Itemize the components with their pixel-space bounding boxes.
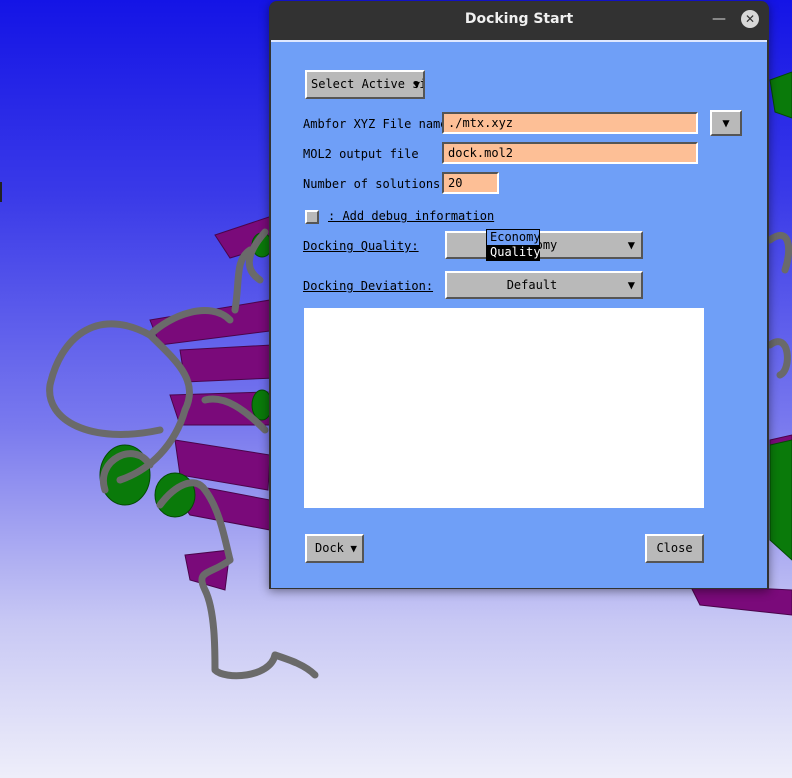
solutions-input[interactable]: 20: [442, 172, 499, 194]
dock-button[interactable]: Dock ▼: [305, 534, 364, 563]
docking-quality-dropdown-menu: Economy Quality: [486, 229, 541, 261]
quality-option-quality[interactable]: Quality: [487, 245, 541, 260]
screen-edge-mark: [0, 182, 2, 202]
close-window-icon[interactable]: ✕: [741, 10, 759, 28]
ambfor-file-browse-button[interactable]: ▼: [710, 110, 742, 136]
close-button[interactable]: Close: [645, 534, 704, 563]
minimize-icon[interactable]: —: [711, 9, 727, 29]
dropdown-arrow-icon: ▼: [627, 238, 635, 252]
mol2-output-label: MOL2 output file :: [303, 147, 455, 161]
docking-deviation-label: Docking Deviation:: [303, 279, 434, 293]
output-textarea[interactable]: [304, 308, 704, 508]
solutions-label: Number of solutions :: [303, 177, 455, 191]
select-active-site-label: Select Active site: [311, 77, 423, 91]
docking-start-dialog: Docking Start — ✕ Select Active site ▼ A…: [269, 1, 769, 589]
debug-label[interactable]: : Add debug information: [328, 208, 494, 224]
docking-deviation-select[interactable]: Default ▼: [445, 271, 643, 299]
ambfor-file-label: Ambfor XYZ File name:: [303, 117, 455, 131]
close-button-label: Close: [656, 541, 693, 555]
select-active-site-button[interactable]: Select Active site ▼: [305, 70, 425, 99]
docking-quality-select[interactable]: Economy ▼: [445, 231, 643, 259]
ambfor-file-input[interactable]: ./mtx.xyz: [442, 112, 698, 134]
dropdown-arrow-icon: ▼: [350, 542, 357, 555]
dropdown-arrow-icon: ▼: [722, 116, 730, 130]
dialog-panel: Select Active site ▼ Ambfor XYZ File nam…: [271, 40, 767, 588]
title-bar[interactable]: Docking Start — ✕: [269, 1, 769, 38]
dock-button-label: Dock: [315, 541, 344, 555]
dropdown-arrow-icon: ▼: [413, 78, 420, 91]
debug-checkbox[interactable]: [305, 210, 319, 224]
window-title: Docking Start: [464, 11, 574, 27]
dropdown-arrow-icon: ▼: [627, 278, 635, 292]
quality-option-economy[interactable]: Economy: [487, 230, 541, 245]
docking-quality-label: Docking Quality:: [303, 239, 419, 253]
mol2-output-input[interactable]: dock.mol2: [442, 142, 698, 164]
docking-deviation-value: Default: [506, 278, 558, 292]
